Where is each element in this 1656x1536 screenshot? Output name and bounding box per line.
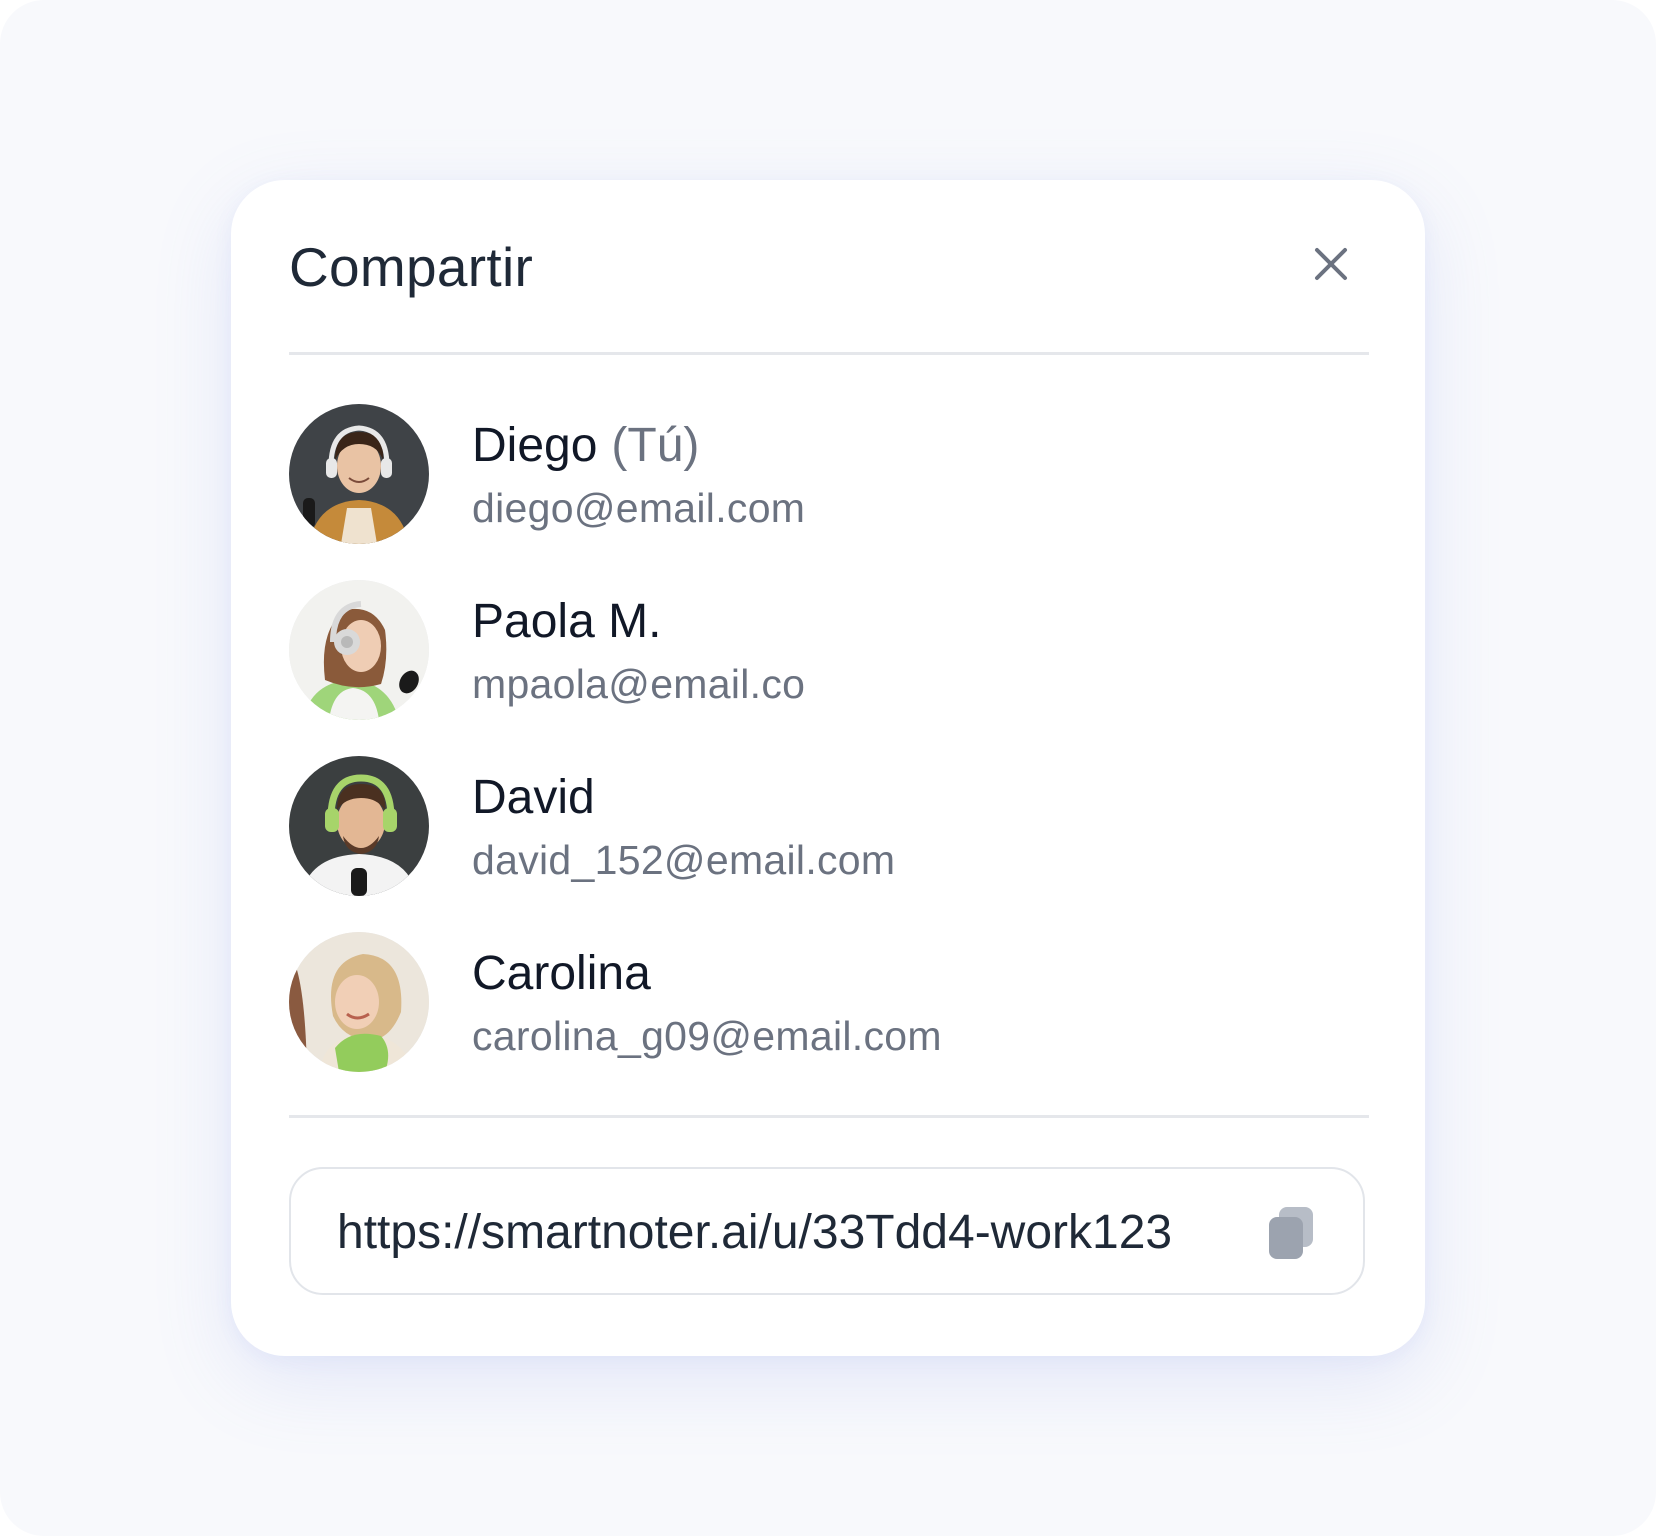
person-row[interactable]: Diego (Tú) diego@email.com bbox=[289, 404, 1369, 580]
header-divider bbox=[289, 352, 1369, 355]
person-email: mpaola@email.co bbox=[472, 661, 806, 707]
avatar bbox=[289, 404, 429, 544]
person-row[interactable]: David david_152@email.com bbox=[289, 756, 1369, 932]
people-list: Diego (Tú) diego@email.com Paola M. mpao… bbox=[289, 404, 1369, 1108]
footer-divider bbox=[289, 1115, 1369, 1118]
person-name: Diego bbox=[472, 419, 598, 472]
person-tag: (Tú) bbox=[611, 419, 700, 472]
person-email: diego@email.com bbox=[472, 485, 806, 531]
share-link-text[interactable]: https://smartnoter.ai/u/33Tdd4-work123 bbox=[337, 1209, 1172, 1257]
share-link-field[interactable]: https://smartnoter.ai/u/33Tdd4-work123 bbox=[289, 1167, 1365, 1295]
avatar bbox=[289, 756, 429, 896]
avatar bbox=[289, 932, 429, 1072]
person-name: Paola M. bbox=[472, 595, 662, 648]
avatar bbox=[289, 580, 429, 720]
person-name: Carolina bbox=[472, 947, 651, 1000]
copy-link-button[interactable] bbox=[1265, 1205, 1317, 1261]
share-dialog: Compartir Diego (Tú) diego@email.com Pao… bbox=[231, 180, 1425, 1356]
person-email: david_152@email.com bbox=[472, 837, 896, 883]
close-button[interactable] bbox=[1311, 244, 1351, 284]
close-icon bbox=[1315, 248, 1347, 280]
person-row[interactable]: Carolina carolina_g09@email.com bbox=[289, 932, 1369, 1108]
copy-icon bbox=[1269, 1207, 1313, 1259]
person-name: David bbox=[472, 771, 595, 824]
person-email: carolina_g09@email.com bbox=[472, 1013, 942, 1059]
dialog-title: Compartir bbox=[289, 236, 534, 298]
person-row[interactable]: Paola M. mpaola@email.co bbox=[289, 580, 1369, 756]
background-canvas: Compartir Diego (Tú) diego@email.com Pao… bbox=[0, 0, 1656, 1536]
